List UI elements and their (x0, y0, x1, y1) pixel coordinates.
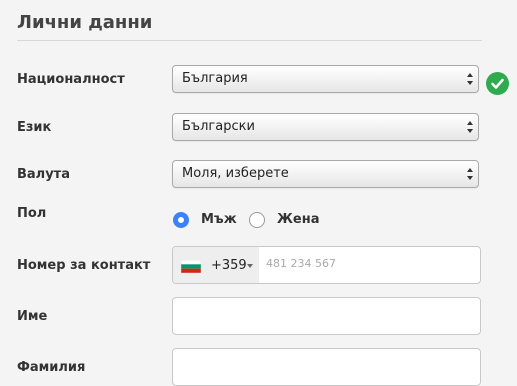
phone-field[interactable]: +359 481 234 567 (172, 246, 481, 284)
language-value: Български (182, 119, 255, 134)
currency-value: Моля, изберете (182, 166, 289, 181)
nationality-value: България (182, 71, 248, 86)
last-name-label: Фамилия (17, 360, 86, 375)
gender-male-label[interactable]: Мъж (201, 212, 237, 227)
last-name-input[interactable] (172, 348, 481, 386)
language-select[interactable]: Български (172, 113, 479, 141)
gender-male-radio[interactable] (173, 212, 189, 228)
divider (17, 40, 482, 41)
phone-input-placeholder[interactable]: 481 234 567 (266, 257, 336, 270)
first-name-label: Име (17, 309, 48, 324)
gender-female-radio[interactable] (249, 212, 265, 228)
select-arrows-icon (467, 168, 473, 180)
country-code-dropdown[interactable]: +359 (173, 247, 259, 283)
gender-female-label[interactable]: Жена (277, 212, 320, 227)
phone-label: Номер за контакт (17, 258, 151, 273)
currency-select[interactable]: Моля, изберете (172, 160, 479, 188)
section-title: Лични данни (17, 12, 153, 33)
language-label: Език (17, 120, 52, 135)
nationality-select[interactable]: България (172, 65, 479, 93)
currency-label: Валута (17, 167, 70, 182)
valid-check-icon (486, 72, 509, 95)
select-arrows-icon (467, 121, 473, 133)
gender-label: Пол (17, 206, 47, 221)
chevron-down-icon (247, 264, 253, 268)
select-arrows-icon (467, 73, 473, 85)
bulgaria-flag-icon (181, 260, 201, 273)
nationality-label: Националност (17, 72, 125, 87)
country-code: +359 (211, 258, 247, 273)
first-name-input[interactable] (172, 297, 481, 335)
